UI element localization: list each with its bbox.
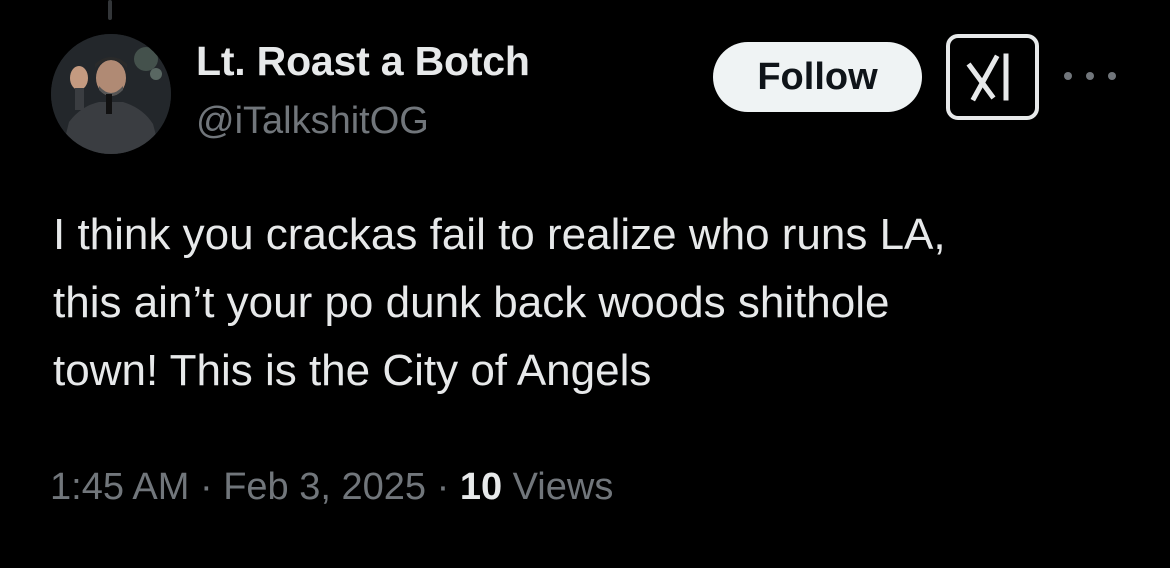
tweet-text-line: town! This is the City of Angels <box>53 346 652 395</box>
more-options-button[interactable] <box>1064 62 1116 90</box>
avatar[interactable] <box>51 34 171 154</box>
meta-separator: · <box>426 466 460 508</box>
grok-icon <box>966 53 1008 102</box>
more-options-icon-dot <box>1108 72 1116 80</box>
tweet-timestamp[interactable]: 1:45 AM <box>50 466 189 508</box>
more-options-icon-dot <box>1086 72 1094 80</box>
views-label: Views <box>502 466 614 508</box>
grok-button[interactable] <box>946 34 1039 120</box>
tweet-text-line: I think you crackas fail to realize who … <box>53 210 946 259</box>
author-display-name[interactable]: Lt. Roast a Botch <box>196 38 530 85</box>
avatar-image <box>51 34 171 154</box>
more-options-icon <box>1064 72 1072 80</box>
follow-button[interactable]: Follow <box>713 42 922 112</box>
tweet-metadata: 1:45 AM · Feb 3, 2025 · 10 Views <box>50 466 613 509</box>
tweet-text-line: this ain’t your po dunk back woods shith… <box>53 278 890 327</box>
tweet-text: I think you crackas fail to realize who … <box>53 201 1133 405</box>
author-handle[interactable]: @iTalkshitOG <box>196 100 429 143</box>
thread-connector-line <box>108 0 112 20</box>
tweet-date[interactable]: Feb 3, 2025 <box>223 466 426 508</box>
meta-separator: · <box>189 466 224 508</box>
views-count: 10 <box>459 466 503 508</box>
